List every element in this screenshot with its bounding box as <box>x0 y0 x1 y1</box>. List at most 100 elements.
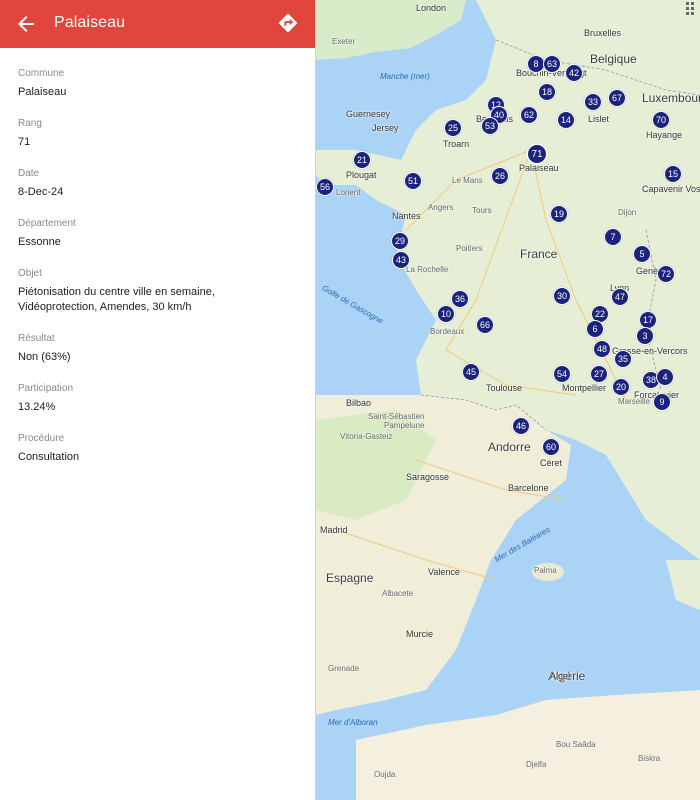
map-marker[interactable]: 47 <box>611 288 629 306</box>
directions-icon[interactable] <box>277 12 299 34</box>
city-label: Madrid <box>320 525 348 535</box>
map-marker[interactable]: 51 <box>404 172 422 190</box>
field-label: Département <box>18 218 76 229</box>
field-label: Participation <box>18 383 74 394</box>
map-marker[interactable]: 42 <box>565 64 583 82</box>
map-marker[interactable]: 35 <box>614 350 632 368</box>
field-label: Objet <box>18 268 42 279</box>
city-label: Barcelone <box>508 483 549 493</box>
city-label: Djelfa <box>526 760 547 769</box>
city-label: Capavenir Vosges <box>642 184 700 194</box>
map-marker[interactable]: 43 <box>392 251 410 269</box>
city-label: Saragosse <box>406 472 450 482</box>
map-marker[interactable]: 3 <box>636 327 654 345</box>
city-label: Poitiers <box>456 244 483 253</box>
city-label: Plougat <box>346 170 377 180</box>
grid-menu-icon[interactable] <box>686 2 696 16</box>
map-marker-selected[interactable]: 71 <box>526 143 548 165</box>
map-marker[interactable]: 18 <box>538 83 556 101</box>
city-label: Vitoria-Gasteiz <box>340 432 393 441</box>
field-value: Piétonisation du centre ville en semaine… <box>18 286 215 313</box>
map-marker[interactable]: 36 <box>451 290 469 308</box>
map-marker[interactable]: 27 <box>590 365 608 383</box>
city-label: Exeter <box>332 37 356 46</box>
map-marker[interactable]: 20 <box>612 378 630 396</box>
country-label: Luxembourg <box>642 91 700 105</box>
field-label: Procédure <box>18 433 65 444</box>
map-marker[interactable]: 63 <box>543 55 561 73</box>
city-label: Montpellier <box>562 383 607 393</box>
back-arrow-icon[interactable] <box>14 12 38 36</box>
map-marker[interactable]: 17 <box>639 311 657 329</box>
map-marker[interactable]: 56 <box>316 178 334 196</box>
map-marker[interactable]: 29 <box>391 232 409 250</box>
map-marker[interactable]: 7 <box>604 228 622 246</box>
city-label: Angers <box>428 203 454 212</box>
details-panel: Palaiseau Commune Palaiseau Rang 71 Date… <box>0 0 316 800</box>
map-marker[interactable]: 48 <box>593 340 611 358</box>
map-marker[interactable]: 45 <box>462 363 480 381</box>
city-label: Bou Saâda <box>556 740 596 749</box>
map-marker[interactable]: 9 <box>653 393 671 411</box>
map-marker[interactable]: 30 <box>553 287 571 305</box>
city-label: Marseille <box>618 397 651 406</box>
field-date: Date 8-Dec-24 <box>18 168 297 200</box>
city-label: Tours <box>472 206 492 215</box>
city-label: Bilbao <box>346 398 372 408</box>
map-marker[interactable]: 60 <box>542 438 560 456</box>
field-value: Non (63%) <box>18 351 71 363</box>
city-label: Alger <box>550 671 572 681</box>
map-marker[interactable]: 33 <box>584 93 602 111</box>
field-departement: Département Essonne <box>18 218 297 250</box>
city-label: Bruxelles <box>584 28 622 38</box>
map-marker[interactable]: 54 <box>553 365 571 383</box>
water-label: Manche (mer) <box>380 72 430 81</box>
country-label: France <box>520 247 558 261</box>
map-marker[interactable]: 70 <box>652 111 670 129</box>
map-marker[interactable]: 4 <box>656 368 674 386</box>
city-label: Saint-Sébastien <box>368 412 425 421</box>
city-label: Albacete <box>382 589 414 598</box>
map-marker[interactable]: 21 <box>353 151 371 169</box>
map-marker[interactable]: 14 <box>557 111 575 129</box>
map-marker[interactable]: 15 <box>664 165 682 183</box>
map-marker[interactable]: 62 <box>520 106 538 124</box>
map-marker[interactable]: 26 <box>491 167 509 185</box>
country-label: Belgique <box>590 52 637 66</box>
map-marker[interactable]: 19 <box>550 205 568 223</box>
city-label: Troarn <box>443 139 470 149</box>
field-procedure: Procédure Consultation <box>18 433 297 465</box>
map-marker[interactable]: 67 <box>608 89 626 107</box>
city-label: Le Mans <box>452 176 483 185</box>
panel-header: Palaiseau <box>0 0 315 48</box>
map-marker[interactable]: 10 <box>437 305 455 323</box>
field-value: Consultation <box>18 451 80 463</box>
map-marker[interactable]: 46 <box>512 417 530 435</box>
city-label: Guernesey <box>346 109 391 119</box>
city-label: London <box>416 3 447 13</box>
map-marker[interactable]: 72 <box>657 265 675 283</box>
field-objet: Objet Piétonisation du centre ville en s… <box>18 268 297 315</box>
city-label: Murcie <box>406 629 434 639</box>
field-value: 71 <box>18 136 31 148</box>
field-label: Résultat <box>18 333 55 344</box>
city-label: Hayange <box>646 130 683 140</box>
page-title: Palaiseau <box>54 14 126 31</box>
city-label: Grenade <box>328 664 360 673</box>
field-participation: Participation 13.24% <box>18 383 297 415</box>
field-commune: Commune Palaiseau <box>18 68 297 100</box>
map-marker[interactable]: 25 <box>444 119 462 137</box>
map-view[interactable]: Belgique Luxembourg France Espagne Andor… <box>316 0 700 800</box>
country-label: Andorre <box>488 440 531 454</box>
city-label: Céret <box>540 458 563 468</box>
map-marker[interactable]: 6 <box>586 320 604 338</box>
city-label: Oujda <box>374 770 396 779</box>
field-value: Palaiseau <box>18 86 67 98</box>
city-label: Biskra <box>638 754 661 763</box>
map-marker[interactable]: 5 <box>633 245 651 263</box>
map-marker[interactable]: 66 <box>476 316 494 334</box>
map-marker[interactable]: 53 <box>481 117 499 135</box>
city-label: Dijon <box>618 208 637 217</box>
city-label: Lorient <box>336 188 361 197</box>
city-label: Pampelune <box>384 421 425 430</box>
